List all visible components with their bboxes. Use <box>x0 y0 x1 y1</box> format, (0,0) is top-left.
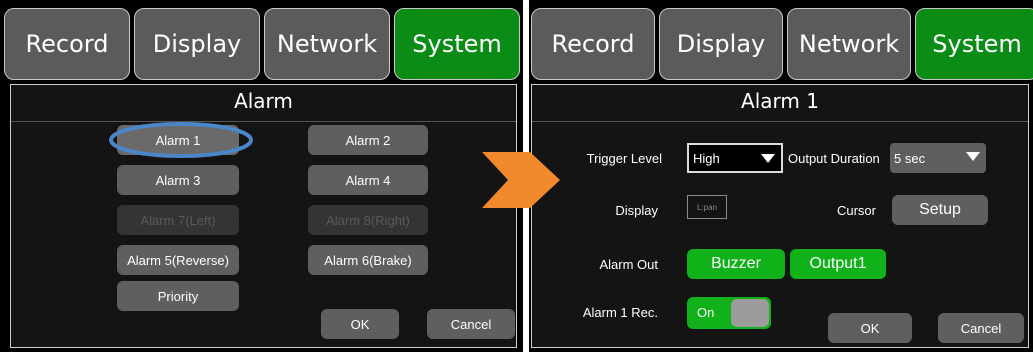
alarm-5-reverse-button[interactable]: Alarm 5(Reverse) <box>117 245 239 275</box>
output-duration-value: 5 sec <box>894 150 926 166</box>
alarm-8-right-button: Alarm 8(Right) <box>308 205 428 235</box>
output-duration-label: Output Duration <box>788 151 880 166</box>
cancel-button[interactable]: Cancel <box>938 313 1024 343</box>
ok-button[interactable]: OK <box>828 313 912 343</box>
priority-button[interactable]: Priority <box>117 281 239 311</box>
alarm-6-brake-button[interactable]: Alarm 6(Brake) <box>308 245 428 275</box>
alarm-3-button[interactable]: Alarm 3 <box>117 165 239 195</box>
tab-display[interactable]: Display <box>134 8 260 80</box>
toggle-state-label: On <box>697 305 715 320</box>
trigger-level-select[interactable]: High <box>687 143 783 173</box>
alarm-1-content: Alarm 1 Trigger Level High Output Durati… <box>531 84 1029 348</box>
dropdown-arrow-icon <box>761 154 775 163</box>
cursor-label: Cursor <box>836 203 876 218</box>
alarm-rec-toggle[interactable]: On <box>687 297 771 329</box>
tab-network[interactable]: Network <box>787 8 911 80</box>
next-step-arrow-icon <box>482 152 560 208</box>
buzzer-button[interactable]: Buzzer <box>687 249 785 279</box>
tab-bar: Record Display Network System <box>0 0 523 80</box>
alarm-2-button[interactable]: Alarm 2 <box>308 125 428 155</box>
tab-bar: Record Display Network System <box>529 0 1033 80</box>
alarm-menu-panel: Record Display Network System Alarm Alar… <box>0 0 523 352</box>
tab-system[interactable]: System <box>394 8 520 80</box>
display-label: Display <box>615 203 658 218</box>
page-title: Alarm 1 <box>741 89 819 113</box>
dropdown-arrow-icon <box>966 152 980 161</box>
setup-button[interactable]: Setup <box>892 195 988 225</box>
alarm-out-label: Alarm Out <box>599 257 658 272</box>
output-duration-select[interactable]: 5 sec <box>890 143 986 173</box>
tab-record[interactable]: Record <box>531 8 655 80</box>
alarm-menu-content: Alarm Alarm 1 Alarm 2 Alarm 3 Alarm 4 Al… <box>10 84 517 348</box>
tab-system[interactable]: System <box>915 8 1033 80</box>
cancel-button[interactable]: Cancel <box>427 309 515 339</box>
output1-button[interactable]: Output1 <box>790 249 886 279</box>
alarm-7-left-button: Alarm 7(Left) <box>117 205 239 235</box>
alarm-4-button[interactable]: Alarm 4 <box>308 165 428 195</box>
ok-button[interactable]: OK <box>321 309 399 339</box>
tab-record[interactable]: Record <box>4 8 130 80</box>
highlight-ring <box>109 122 253 158</box>
alarm-1-settings-panel: Record Display Network System Alarm 1 Tr… <box>529 0 1033 352</box>
page-title: Alarm <box>234 89 293 113</box>
tab-display[interactable]: Display <box>659 8 783 80</box>
title-divider <box>532 121 1028 122</box>
display-input[interactable]: L:pan <box>687 195 727 219</box>
trigger-level-value: High <box>693 150 720 166</box>
title-divider <box>11 121 516 122</box>
trigger-level-label: Trigger Level <box>586 151 662 166</box>
toggle-knob <box>731 299 769 327</box>
alarm-1-rec-label: Alarm 1 Rec. <box>582 305 658 320</box>
tab-network[interactable]: Network <box>264 8 390 80</box>
